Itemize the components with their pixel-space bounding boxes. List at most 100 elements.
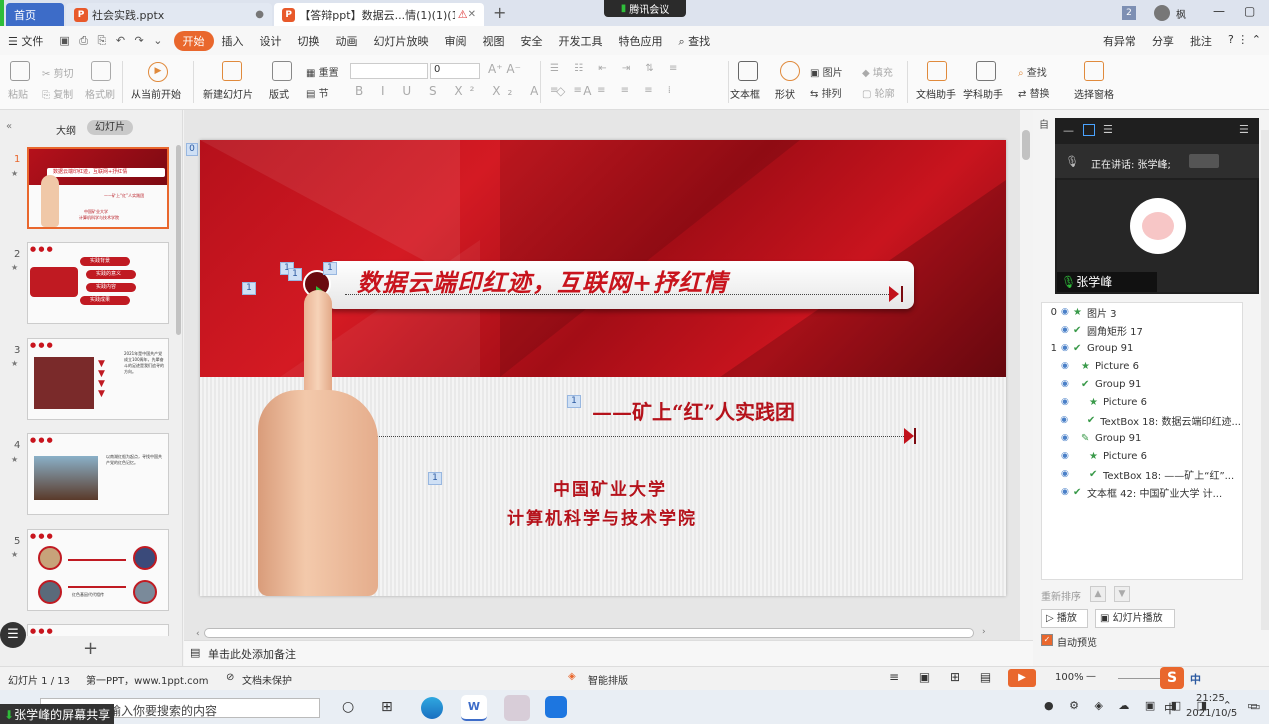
menu-file[interactable]: 文件 (21, 35, 43, 48)
tab-slideshow[interactable]: 幻灯片放映 (366, 33, 437, 49)
auto-preview-checkbox[interactable]: ✓ (1041, 634, 1053, 646)
grid-view-icon[interactable] (1083, 124, 1095, 136)
meeting-banner[interactable]: ▮ 腾讯会议 (604, 0, 686, 17)
format-painter-icon[interactable] (91, 61, 111, 81)
slide-title[interactable]: 数据云端印红迹，互联网+抒红情 (357, 263, 728, 298)
slide-school[interactable]: 中国矿业大学 (553, 475, 667, 500)
tab-home-ribbon[interactable]: 开始 (173, 30, 214, 51)
doc-helper-icon[interactable] (927, 61, 947, 81)
animation-badge[interactable]: 1 (428, 472, 442, 485)
horizontal-scrollbar[interactable] (204, 628, 974, 638)
format-painter-button[interactable]: 格式刷 (85, 86, 115, 101)
slide-subtitle[interactable]: ——矿上“红”人实践团 (592, 396, 795, 425)
avatar[interactable] (1154, 5, 1170, 21)
sogou-ime-icon[interactable]: S (1160, 667, 1184, 689)
selection-row[interactable]: ◉ ★ Picture 6 (1041, 393, 1241, 411)
selection-row[interactable]: ◉ ✔ 文本框 42: 中国矿业大学 计... (1041, 483, 1241, 501)
tencent-meeting-icon[interactable] (545, 696, 567, 718)
layout-button[interactable]: 版式 (269, 86, 289, 101)
slide-thumb-2[interactable]: ● ● ● 实践背景 实践的意义 实践内容 实践成果 (27, 242, 169, 324)
scroll-right-icon[interactable]: › (982, 627, 986, 637)
menu-icon[interactable]: ☰ 文件 (0, 33, 51, 49)
title-banner[interactable]: 数据云端印红迹，互联网+抒红情 (303, 261, 914, 309)
subject-helper-button[interactable]: 学科助手 (963, 86, 1003, 101)
window-count-badge[interactable]: 2 (1122, 6, 1136, 20)
eye-icon[interactable]: ◉ (1061, 433, 1073, 443)
vertical-scrollbar[interactable] (1022, 130, 1030, 160)
new-tab-button[interactable]: + (493, 3, 506, 22)
section-button[interactable]: ▤ 节 (306, 85, 329, 100)
clock-date[interactable]: 2021/10/5 (1186, 708, 1237, 719)
eye-icon[interactable]: ◉ (1060, 415, 1071, 425)
tab-view[interactable]: 视图 (475, 33, 513, 49)
help-icon[interactable]: ? ⋮ ⌃ (1220, 33, 1269, 49)
selection-row[interactable]: ◉ ✎ Group 91 (1041, 429, 1241, 447)
selection-row[interactable]: ◉ ✔ TextBox 18: 数据云端印红迹... (1041, 411, 1241, 429)
subject-helper-icon[interactable] (976, 61, 996, 81)
slideshow-play-button[interactable]: ▶ (1008, 669, 1036, 687)
list-view-icon[interactable]: ☰ (1103, 123, 1113, 136)
animation-badge[interactable]: 1 (567, 395, 581, 408)
tab-file1[interactable]: P 社会实践.pptx ● (66, 3, 272, 26)
selection-row[interactable]: 1 ◉ ✔ Group 91 (1041, 339, 1241, 357)
arrange-button[interactable]: ⇆ 排列 (810, 85, 842, 100)
eye-icon[interactable]: ◉ (1061, 469, 1073, 479)
selection-row[interactable]: ◉ ★ Picture 6 (1041, 357, 1241, 375)
tab-security[interactable]: 安全 (513, 33, 551, 49)
font-grow-icon[interactable]: A⁺ A⁻ (488, 62, 521, 76)
notes-placeholder[interactable]: 单击此处添加备注 (208, 646, 296, 662)
animation-badge[interactable]: 1 (242, 282, 256, 295)
textbox-button[interactable]: 文本框 (730, 86, 760, 101)
add-slide-button[interactable]: + (83, 638, 98, 659)
tab-review[interactable]: 审阅 (437, 33, 475, 49)
eye-icon[interactable]: ◉ (1061, 379, 1073, 389)
slide-thumb-4[interactable]: ● ● ● 以南湖红船为起点，寻找中国共产党的红色记忆。 (27, 433, 169, 515)
selection-row[interactable]: ◉ ✔ 圆角矩形 17 (1041, 321, 1241, 339)
eye-icon[interactable]: ◉ (1061, 307, 1073, 317)
selection-row[interactable]: ◉ ★ Picture 6 (1041, 447, 1241, 465)
play-icon[interactable]: ▶ (148, 62, 168, 82)
font-name-select[interactable] (350, 63, 428, 79)
selection-row[interactable]: ◉ ✔ Group 91 (1041, 375, 1241, 393)
zoom-out-icon[interactable]: — (1086, 671, 1096, 682)
share-button[interactable]: 分享 (1144, 33, 1182, 49)
hand-image[interactable] (258, 390, 378, 596)
eye-icon[interactable]: ◉ (1061, 397, 1073, 407)
collapse-icon[interactable]: « (6, 121, 12, 132)
menu-icon[interactable]: ☰ (1239, 123, 1249, 136)
select-pane-icon[interactable] (1084, 61, 1104, 81)
font-size-select[interactable]: 0 (430, 63, 480, 79)
eye-icon[interactable]: ◉ (1061, 325, 1073, 335)
textbox-icon[interactable] (738, 61, 758, 81)
wps-icon[interactable]: W (461, 695, 487, 721)
eye-icon[interactable]: ◉ (1061, 343, 1073, 353)
new-slide-button[interactable]: 新建幻灯片 (203, 86, 253, 101)
tab-outline[interactable]: 大纲 (56, 122, 76, 137)
shape-button[interactable]: 形状 (775, 86, 795, 101)
meeting-video-window[interactable]: — ☰ ☰ 🎙 正在讲话: 张学峰; 🎙张学峰 (1055, 118, 1259, 294)
quick-access-toolbar[interactable]: ▣ ⎙ ⎘ ↶ ↷ ⌄ (51, 34, 173, 48)
cut-button[interactable]: ✂ 剪切 (42, 65, 74, 80)
copy-button[interactable]: ⎘ 复制 (42, 86, 73, 101)
notes-bar[interactable]: ▤ 单击此处添加备注 (184, 640, 1033, 666)
move-up-button[interactable]: ▲ (1090, 586, 1106, 602)
selection-row[interactable]: 0 ◉ ★ 图片 3 (1041, 303, 1241, 321)
close-icon[interactable]: ✕ (468, 9, 476, 20)
align-buttons[interactable]: ≡ ≡ ≡ ≡ ≡ ⁞ (550, 85, 677, 96)
panel-scrollbar[interactable] (176, 145, 181, 335)
anomaly-button[interactable]: 有异常 (1095, 33, 1144, 49)
minimize-icon[interactable]: — (1063, 124, 1074, 137)
from-current-button[interactable]: 从当前开始 (131, 86, 181, 101)
layout-icon[interactable] (272, 61, 292, 81)
select-pane-button[interactable]: 选择窗格 (1074, 86, 1114, 101)
doc-helper-button[interactable]: 文档助手 (916, 86, 956, 101)
fill-button[interactable]: ◆ 填充 (862, 64, 893, 79)
tab-slides[interactable]: 幻灯片 (87, 120, 133, 135)
paste-button[interactable]: 粘贴 (8, 86, 28, 101)
maximize-icon[interactable]: ▢ (1244, 4, 1255, 18)
animation-badge[interactable]: 1 (288, 268, 302, 281)
slide-thumb-3[interactable]: ● ● ● ▼ ▼ ▼ ▼ 2021年是中国共产党成立100周年，先辈奋斗的足迹是我们… (27, 338, 169, 420)
move-down-button[interactable]: ▼ (1114, 586, 1130, 602)
ime-indicator[interactable]: 中 (1164, 700, 1176, 717)
protect-status[interactable]: 文档未保护 (242, 672, 292, 687)
